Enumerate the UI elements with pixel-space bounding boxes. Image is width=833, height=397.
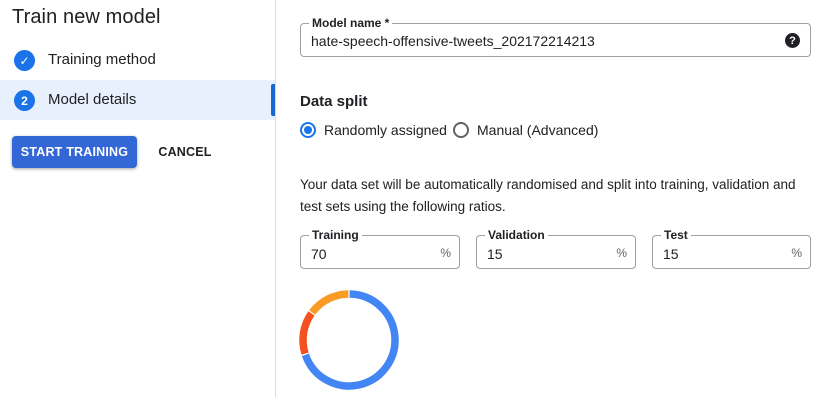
stepper-panel: Train new model ✓ Training method 2 Mode… (0, 0, 275, 397)
radio-manual-advanced[interactable]: Manual (Advanced) (453, 122, 598, 138)
test-label: Test (661, 228, 691, 242)
test-percent-field[interactable]: Test 15 % (652, 228, 811, 269)
validation-percent-field[interactable]: Validation 15 % (476, 228, 636, 269)
percent-unit: % (440, 246, 451, 260)
radio-label: Manual (Advanced) (477, 122, 599, 138)
start-training-button[interactable]: START TRAINING (12, 136, 137, 168)
validation-label: Validation (485, 228, 548, 242)
panel-divider (275, 0, 276, 397)
cancel-button[interactable]: CANCEL (150, 136, 220, 168)
radio-unchecked-icon (453, 122, 469, 138)
step-label: Model details (48, 91, 137, 108)
test-input[interactable]: 15 (663, 246, 679, 262)
check-icon: ✓ (14, 50, 35, 71)
radio-randomly-assigned[interactable]: Randomly assigned (300, 122, 447, 138)
split-description: Your data set will be automatically rand… (300, 177, 796, 214)
training-percent-field[interactable]: Training 70 % (300, 228, 460, 269)
step-label: Training method (48, 51, 156, 68)
model-name-input[interactable]: hate-speech-offensive-tweets_20217221421… (311, 33, 595, 49)
radio-checked-icon (300, 122, 316, 138)
percent-unit: % (616, 246, 627, 260)
page-title: Train new model (12, 6, 161, 28)
ring-segment-validation (299, 311, 315, 355)
help-icon[interactable]: ? (785, 33, 800, 48)
split-ring-chart (299, 290, 399, 390)
ring-segment-test (309, 290, 349, 315)
training-input[interactable]: 70 (311, 246, 327, 262)
step-model-details[interactable]: 2 Model details (0, 80, 275, 120)
radio-label: Randomly assigned (324, 122, 447, 138)
data-split-title: Data split (300, 93, 368, 110)
validation-input[interactable]: 15 (487, 246, 503, 262)
model-name-label: Model name * (309, 16, 393, 30)
percent-unit: % (791, 246, 802, 260)
step-number-badge: 2 (14, 90, 35, 111)
training-label: Training (309, 228, 362, 242)
model-name-field[interactable]: Model name * hate-speech-offensive-tweet… (300, 16, 811, 57)
step-training-method[interactable]: ✓ Training method (0, 40, 275, 80)
